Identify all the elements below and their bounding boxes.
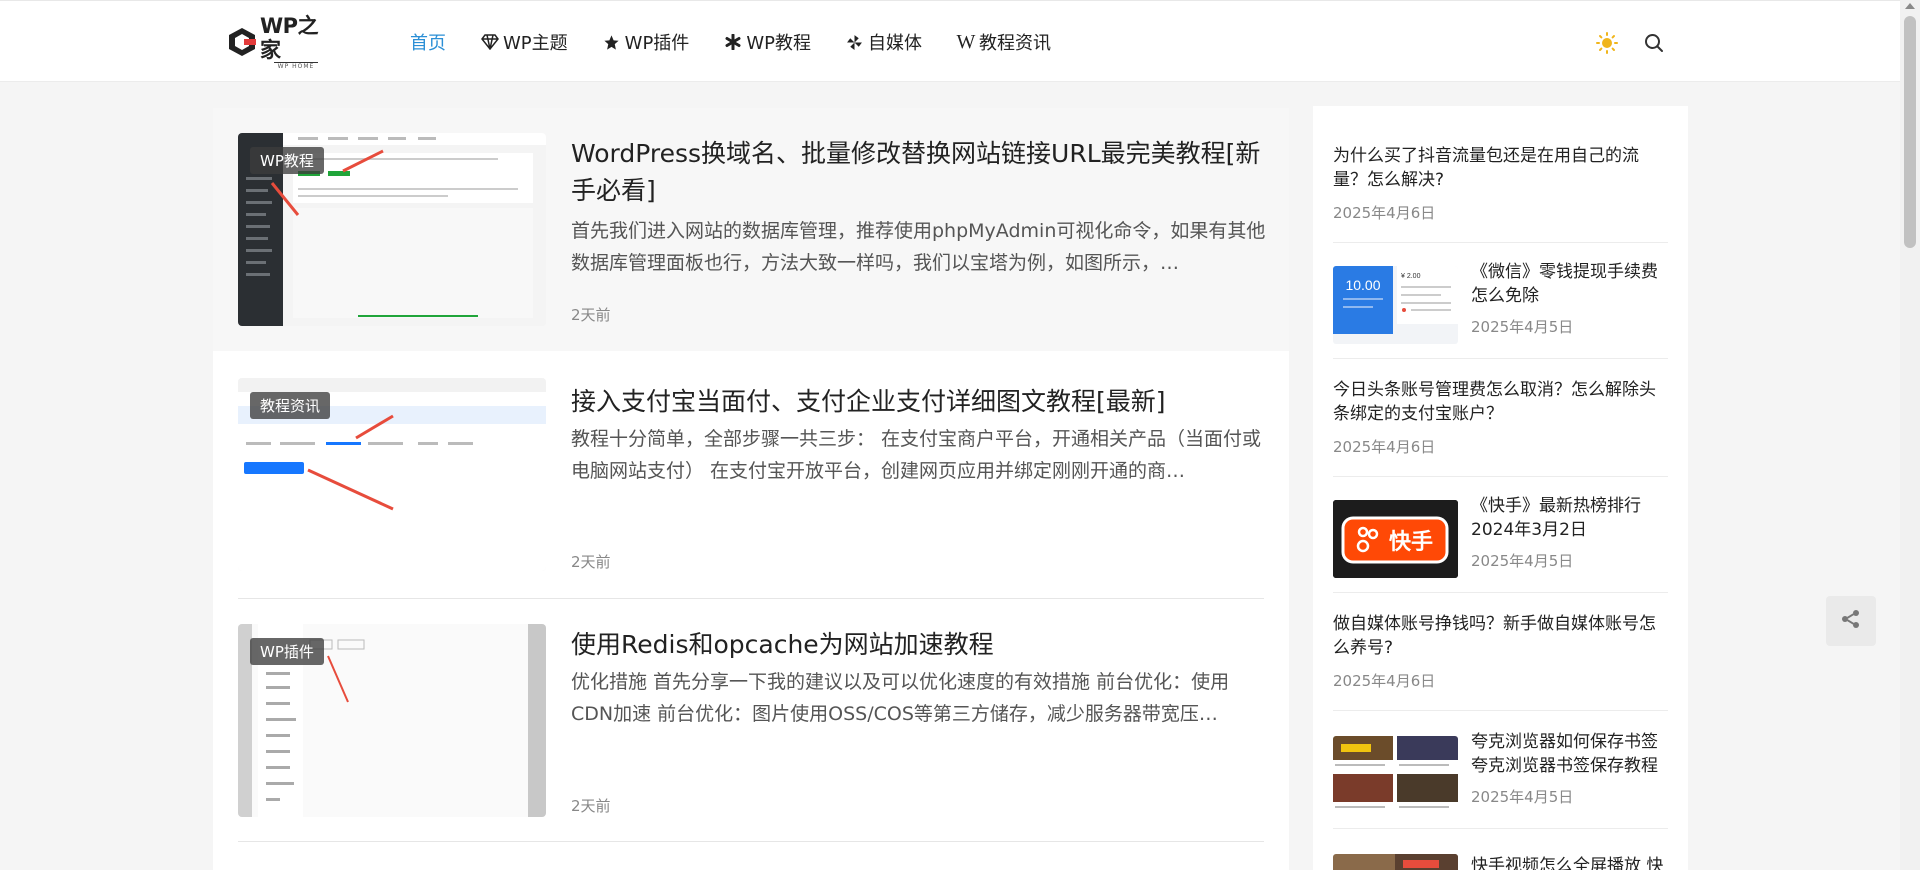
- diamond-icon: [480, 32, 500, 52]
- post-time: 2天前: [571, 553, 611, 571]
- asterisk-icon: [723, 32, 743, 52]
- sidebar-divider: [1333, 592, 1668, 593]
- sidebar-post-title[interactable]: 《快手》最新热榜排行2024年3月2日: [1471, 494, 1671, 542]
- site-header: WP之家 WP HOME 首页 WP主题 WP插件 WP教程 自媒体 W 教程资…: [0, 0, 1900, 82]
- nav-item-tutorial-news[interactable]: W 教程资讯: [956, 29, 1051, 55]
- logo-mark-icon: [228, 27, 256, 57]
- sidebar-post-date: 2025年4月5日: [1471, 318, 1574, 336]
- sidebar-divider: [1333, 476, 1668, 477]
- post-thumbnail[interactable]: WP教程: [238, 133, 546, 326]
- wikipedia-w-icon: W: [956, 30, 976, 53]
- sidebar-post-title[interactable]: 为什么买了抖音流量包还是在用自己的流量？怎么解决?: [1333, 144, 1668, 192]
- page-scrollbar[interactable]: [1900, 0, 1920, 870]
- post-title[interactable]: 使用Redis和opcache为网站加速教程: [571, 626, 1271, 663]
- sidebar-post-item[interactable]: 做自媒体账号挣钱吗？新手做自媒体账号怎么养号? 2025年4月6日: [1333, 612, 1668, 711]
- sidebar-post-item[interactable]: 为什么买了抖音流量包还是在用自己的流量？怎么解决? 2025年4月6日: [1333, 144, 1668, 243]
- post-time: 2天前: [571, 797, 611, 815]
- nav-item-home[interactable]: 首页: [410, 29, 446, 55]
- sidebar-post-date: 2025年4月6日: [1333, 438, 1436, 456]
- nav-label: WP主题: [503, 33, 568, 54]
- sidebar-post-item[interactable]: 10.00 ¥ 2.00 《微信》零钱提现手续费怎么免除 2025年4月5日: [1333, 260, 1671, 359]
- sidebar-post-date: 2025年4月6日: [1333, 672, 1436, 690]
- nav-item-wp-plugins[interactable]: WP插件: [602, 29, 690, 55]
- sidebar-post-item[interactable]: 快手 《快手》最新热榜排行2024年3月2日 2025年4月5日: [1333, 494, 1671, 593]
- post-title[interactable]: WordPress换域名、批量修改替换网站链接URL最完美教程[新手必看]: [571, 135, 1271, 209]
- sidebar-recent-posts: 为什么买了抖音流量包还是在用自己的流量？怎么解决? 2025年4月6日 10.0…: [1313, 106, 1688, 870]
- category-badge[interactable]: WP插件: [250, 638, 324, 665]
- sidebar-thumbnail[interactable]: 10.00 ¥ 2.00: [1333, 266, 1458, 344]
- nav-label: 自媒体: [867, 33, 922, 54]
- share-icon: [1840, 608, 1862, 634]
- nav-item-self-media[interactable]: 自媒体: [845, 29, 922, 55]
- thumbnail-right-amount: ¥ 2.00: [1401, 273, 1421, 280]
- nav-label: WP教程: [746, 33, 811, 54]
- sidebar-thumbnail[interactable]: [1333, 854, 1458, 870]
- sidebar-post-item[interactable]: 今日头条账号管理费怎么取消？怎么解除头条绑定的支付宝账户？ 2025年4月6日: [1333, 378, 1668, 477]
- sidebar-post-date: 2025年4月5日: [1471, 788, 1574, 806]
- post-item[interactable]: WP插件 使用Redis和opcache为网站加速教程 优化措施 首先分享一下我…: [213, 599, 1289, 842]
- sidebar-thumbnail[interactable]: [1333, 736, 1458, 814]
- post-time: 2天前: [571, 306, 611, 324]
- sidebar-post-date: 2025年4月6日: [1333, 204, 1436, 222]
- scrollbar-thumb[interactable]: [1904, 16, 1916, 248]
- category-badge[interactable]: WP教程: [250, 147, 324, 174]
- nav-item-wp-tutorials[interactable]: WP教程: [723, 29, 811, 55]
- post-item[interactable]: 教程资讯 接入支付宝当面付、支付企业支付详细图文教程[最新] 教程十分简单，全部…: [213, 356, 1289, 599]
- thumbnail-amount: 10.00: [1345, 277, 1380, 293]
- site-logo[interactable]: WP之家 WP HOME: [228, 14, 332, 70]
- pinwheel-icon: [845, 32, 865, 52]
- main-nav: 首页 WP主题 WP插件 WP教程 自媒体 W 教程资讯: [410, 29, 1085, 55]
- sidebar-post-item[interactable]: 夸克浏览器如何保存书签夸克浏览器书签保存教程 2025年4月5日: [1333, 730, 1671, 829]
- sidebar-post-title[interactable]: 做自媒体账号挣钱吗？新手做自媒体账号怎么养号?: [1333, 612, 1668, 660]
- logo-subtext: WP HOME: [273, 61, 319, 71]
- sidebar-divider: [1333, 828, 1668, 829]
- nav-item-wp-themes[interactable]: WP主题: [480, 29, 568, 55]
- post-excerpt: 教程十分简单，全部步骤一共三步： 在支付宝商户平台，开通相关产品（当面付或电脑网…: [571, 428, 1262, 482]
- sidebar-post-title[interactable]: 快手视频怎么全屏播放 快: [1471, 854, 1671, 870]
- sidebar-post-title[interactable]: 夸克浏览器如何保存书签夸克浏览器书签保存教程: [1471, 730, 1671, 778]
- theme-toggle-sun-icon[interactable]: [1596, 32, 1618, 54]
- search-icon[interactable]: [1644, 33, 1664, 53]
- sidebar-divider: [1333, 358, 1668, 359]
- logo-text: WP之家: [260, 13, 319, 62]
- sidebar-post-title[interactable]: 今日头条账号管理费怎么取消？怎么解除头条绑定的支付宝账户？: [1333, 378, 1668, 426]
- scroll-up-arrow-icon[interactable]: [1905, 3, 1915, 9]
- nav-label: 教程资讯: [978, 33, 1051, 54]
- nav-label: 首页: [410, 33, 446, 54]
- sidebar-divider: [1333, 710, 1668, 711]
- sidebar-post-date: 2025年4月5日: [1471, 552, 1574, 570]
- star-icon: [602, 32, 622, 52]
- post-item[interactable]: WP教程 WordPress换域名、批量修改替换网站链接URL最完美教程[新手必…: [213, 108, 1289, 351]
- kuaishou-logo-text: 快手: [1389, 530, 1433, 555]
- sidebar-divider: [1333, 242, 1668, 243]
- post-thumbnail[interactable]: WP插件: [238, 624, 546, 817]
- nav-label: WP插件: [624, 33, 690, 54]
- post-excerpt: 首先我们进入网站的数据库管理，推荐使用phpMyAdmin可视化命令，如果有其他…: [571, 220, 1266, 274]
- post-excerpt: 优化措施 首先分享一下我的建议以及可以优化速度的有效措施 前台优化：使用CDN加…: [571, 671, 1230, 725]
- category-badge[interactable]: 教程资讯: [250, 392, 331, 419]
- share-button[interactable]: [1826, 596, 1876, 646]
- post-divider: [238, 841, 1264, 842]
- sidebar-thumbnail[interactable]: 快手: [1333, 500, 1458, 578]
- sidebar-post-item[interactable]: 快手视频怎么全屏播放 快: [1333, 848, 1668, 870]
- post-thumbnail[interactable]: 教程资讯: [238, 378, 546, 571]
- post-title[interactable]: 接入支付宝当面付、支付企业支付详细图文教程[最新]: [571, 383, 1271, 420]
- sidebar-post-title[interactable]: 《微信》零钱提现手续费怎么免除: [1471, 260, 1671, 308]
- post-list: WP教程 WordPress换域名、批量修改替换网站链接URL最完美教程[新手必…: [213, 108, 1289, 870]
